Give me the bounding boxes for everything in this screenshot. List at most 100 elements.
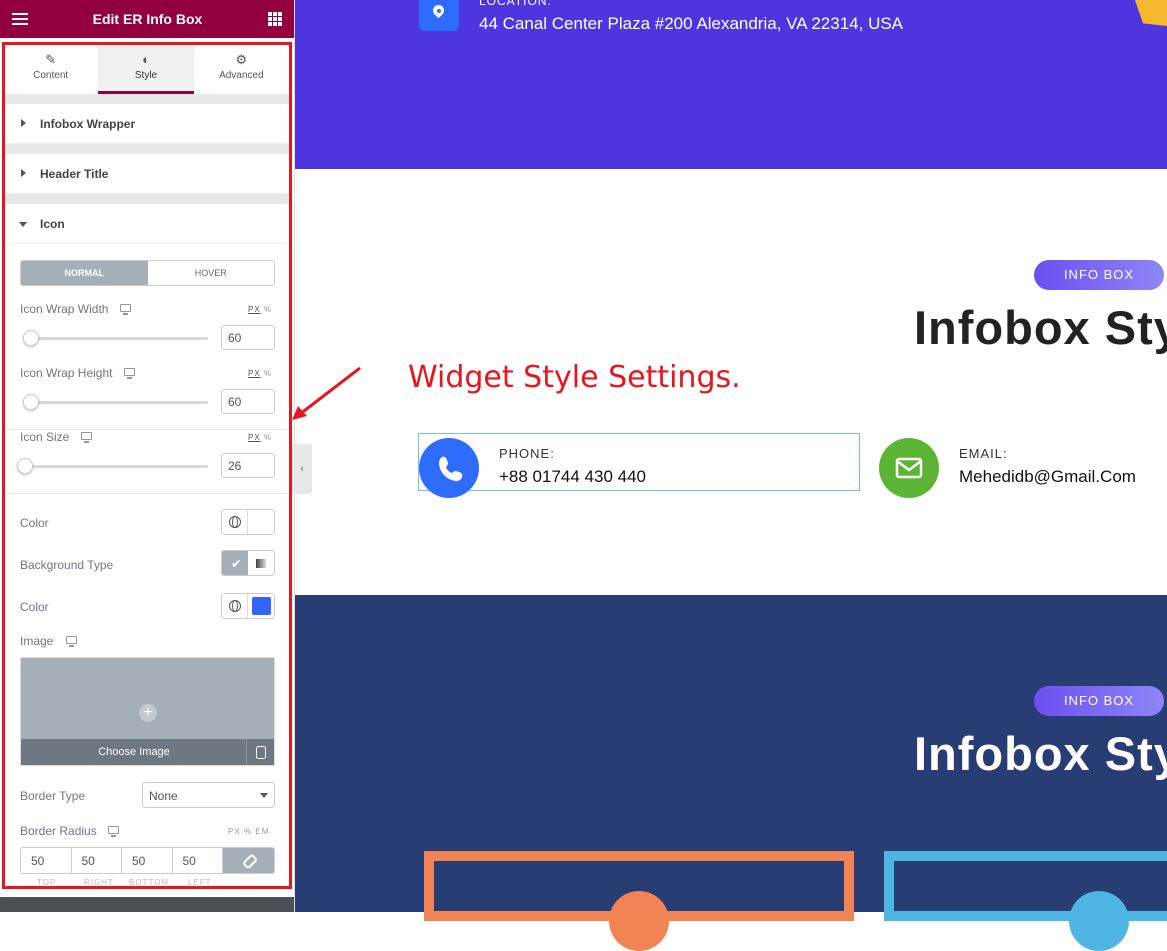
icon-size-slider[interactable] <box>20 465 208 468</box>
desktop-icon[interactable] <box>120 304 131 315</box>
icon-wrap-width-input[interactable]: 60 <box>221 325 275 350</box>
chevron-left-icon: ‹ <box>300 463 304 475</box>
desktop-icon[interactable] <box>66 636 77 647</box>
annotation-arrow <box>292 366 361 420</box>
card-icon <box>1069 891 1129 951</box>
gradient-icon <box>256 559 266 568</box>
background-classic-button[interactable]: ✔ <box>222 551 248 575</box>
unit-switcher[interactable]: PX % <box>248 305 272 314</box>
choose-image-button[interactable]: Choose Image <box>21 739 247 765</box>
tab-advanced-label: Advanced <box>219 70 264 81</box>
dimension-label: RIGHT <box>84 878 114 887</box>
bg-color-picker[interactable] <box>221 593 275 619</box>
border-type-value: None <box>149 789 178 803</box>
unit-switcher[interactable]: PX % EM <box>228 827 269 836</box>
pencil-icon: ✎ <box>45 52 57 67</box>
icon-wrap-width-handle[interactable] <box>23 330 39 346</box>
border-radius-bottom-input[interactable]: 50 <box>122 848 173 873</box>
desktop-icon[interactable] <box>124 368 135 379</box>
border-radius-right-input[interactable]: 50 <box>72 848 122 873</box>
widgets-grid-icon[interactable] <box>268 12 282 26</box>
icon-wrap-height-handle[interactable] <box>23 394 39 410</box>
link-values-icon[interactable] <box>223 848 274 873</box>
section-gap <box>3 94 289 104</box>
brush-icon: ✔ <box>231 556 242 571</box>
icon-wrap-height-input[interactable]: 60 <box>221 389 275 414</box>
card-icon <box>609 891 669 951</box>
icon-size-label: Icon Size <box>20 430 70 444</box>
map-pin-icon <box>419 0 459 31</box>
color-swatch[interactable] <box>252 513 271 531</box>
tab-content-label: Content <box>33 70 69 81</box>
section-label: Header Title <box>40 167 109 181</box>
desktop-icon[interactable] <box>81 432 92 443</box>
panel-header: Edit ER Info Box <box>0 0 294 38</box>
phone-icon <box>419 438 479 498</box>
caret-down-icon <box>19 222 27 227</box>
panel-footer <box>0 897 294 912</box>
bg-color-label: Color <box>20 600 49 614</box>
info-box-badge: INFO BOX <box>1034 686 1164 716</box>
info-box-badge: INFO BOX <box>1034 260 1164 290</box>
caret-right-icon <box>21 119 26 127</box>
plus-icon[interactable]: + <box>139 704 157 722</box>
section-header-title[interactable]: Header Title <box>3 154 289 194</box>
globe-icon[interactable] <box>222 510 248 534</box>
section-heading: Infobox Sty <box>914 727 1167 780</box>
border-radius-top-input[interactable]: 50 <box>21 848 72 873</box>
tab-hover[interactable]: HOVER <box>148 261 275 285</box>
icon-size-handle[interactable] <box>17 458 33 474</box>
globe-icon[interactable] <box>222 594 248 618</box>
border-radius-label: Border Radius <box>20 824 97 838</box>
section-gap <box>3 194 289 204</box>
editor-panel: Edit ER Info Box ✎ Content ◐ Style ⚙ Adv… <box>0 0 295 912</box>
dimension-label: BOTTOM <box>129 878 170 887</box>
border-type-select[interactable]: None <box>142 782 275 808</box>
tab-style-label: Style <box>134 70 158 81</box>
email-label: EMAIL: <box>959 446 1008 461</box>
database-icon[interactable] <box>246 739 274 765</box>
phone-label: PHONE: <box>499 446 555 461</box>
tab-style[interactable]: ◐ Style <box>98 44 194 94</box>
tab-content[interactable]: ✎ Content <box>3 44 98 94</box>
location-label: LOCATION: <box>479 0 552 8</box>
state-switch: NORMAL HOVER <box>20 260 275 286</box>
collapse-panel-button[interactable]: ‹ <box>292 444 312 494</box>
email-value: Mehedidb@Gmail.Com <box>959 467 1136 486</box>
background-gradient-button[interactable] <box>248 551 274 575</box>
tab-advanced[interactable]: ⚙ Advanced <box>194 44 289 94</box>
icon-wrap-width-slider[interactable] <box>25 337 208 340</box>
half-circle-icon: ◐ <box>142 52 150 67</box>
color-picker[interactable] <box>221 509 275 535</box>
divider <box>3 493 289 494</box>
phone-value: +88 01744 430 440 <box>499 467 647 486</box>
section-heading: Infobox Sty <box>914 301 1167 354</box>
color-label: Color <box>20 516 49 530</box>
section-infobox-wrapper[interactable]: Infobox Wrapper <box>3 104 289 144</box>
tab-normal[interactable]: NORMAL <box>21 261 148 285</box>
chevron-down-icon <box>260 793 268 798</box>
panel-tabs: ✎ Content ◐ Style ⚙ Advanced <box>3 44 289 94</box>
gear-icon: ⚙ <box>235 52 248 67</box>
border-radius-dimensions: 50 50 50 50 <box>20 847 275 874</box>
annotation-text: Widget Style Settings. <box>408 360 741 395</box>
icon-size-input[interactable]: 26 <box>221 453 275 478</box>
icon-wrap-height-label: Icon Wrap Height <box>20 366 113 380</box>
background-type-label: Background Type <box>20 558 114 572</box>
desktop-icon[interactable] <box>108 826 119 837</box>
unit-switcher[interactable]: PX % <box>248 433 272 442</box>
section-gap <box>3 144 289 154</box>
border-radius-left-input[interactable]: 50 <box>173 848 223 873</box>
section-icon[interactable]: Icon <box>3 204 289 244</box>
background-type-choices: ✔ <box>221 550 275 576</box>
section-label: Icon <box>40 217 65 231</box>
panel-title: Edit ER Info Box <box>92 11 203 27</box>
location-text: 44 Canal Center Plaza #200 Alexandria, V… <box>479 14 904 33</box>
envelope-icon <box>879 438 939 498</box>
unit-switcher[interactable]: PX % <box>248 369 272 378</box>
image-chooser[interactable]: + Choose Image <box>20 657 275 766</box>
dimension-label: LEFT <box>188 878 212 887</box>
icon-wrap-height-slider[interactable] <box>25 401 208 404</box>
caret-right-icon <box>21 169 26 177</box>
color-swatch[interactable] <box>252 597 271 615</box>
